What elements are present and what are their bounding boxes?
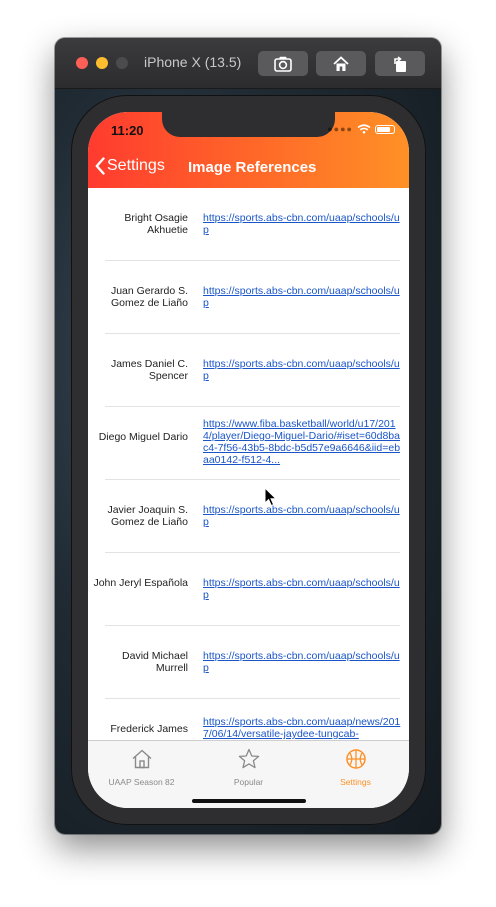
window-titlebar: iPhone X (13.5)	[55, 38, 441, 89]
tab-label: Popular	[233, 777, 264, 787]
tab-bar: UAAP Season 82 Popular Settings	[88, 740, 409, 808]
status-time: 11:20	[111, 123, 144, 138]
player-name: David Michael Murrell	[122, 650, 188, 674]
player-name: Javier Joaquin S. Gomez de Liaño	[107, 504, 188, 528]
player-name: James Daniel C. Spencer	[110, 358, 188, 382]
screenshot-icon	[274, 56, 292, 72]
reference-link[interactable]: https://sports.abs-cbn.com/uaap/news/201…	[203, 716, 403, 740]
tab-label: Settings	[340, 777, 371, 787]
reference-link[interactable]: https://sports.abs-cbn.com/uaap/schools/…	[203, 504, 403, 528]
home-indicator[interactable]	[192, 799, 306, 803]
row-divider	[105, 625, 400, 626]
navigation-header: 11:20 ●●●● Settings Image References	[88, 112, 409, 188]
reference-link[interactable]: https://sports.abs-cbn.com/uaap/schools/…	[203, 285, 403, 309]
row-divider	[105, 406, 400, 407]
back-button[interactable]: Settings	[95, 157, 165, 175]
simulator-window: iPhone X (13.5) 11:20 ●●●● Settings Imag…	[55, 38, 441, 834]
signal-icon: ●●●●	[327, 124, 353, 134]
home-icon	[132, 749, 151, 769]
phone-screen: 11:20 ●●●● Settings Image References Bri…	[88, 112, 409, 808]
status-icons: ●●●●	[327, 124, 395, 134]
player-name: Bright Osagie Akhuetie	[124, 212, 188, 236]
row-divider	[105, 479, 400, 480]
reference-link[interactable]: https://sports.abs-cbn.com/uaap/schools/…	[203, 212, 403, 236]
tab-uaap-season[interactable]: UAAP Season 82	[88, 747, 195, 787]
device-notch	[162, 112, 335, 137]
reference-link[interactable]: https://sports.abs-cbn.com/uaap/schools/…	[203, 358, 403, 382]
reference-link[interactable]: https://sports.abs-cbn.com/uaap/schools/…	[203, 650, 403, 674]
minimize-window-button[interactable]	[96, 57, 108, 69]
close-window-button[interactable]	[76, 57, 88, 69]
player-name: Juan Gerardo S. Gomez de Liaño	[110, 285, 188, 309]
row-divider	[105, 552, 400, 553]
player-name: John Jeryl Española	[93, 577, 188, 589]
tab-label: UAAP Season 82	[108, 777, 175, 787]
player-name: Frederick James	[110, 723, 188, 735]
tab-settings[interactable]: Settings	[302, 747, 409, 787]
chevron-left-icon	[95, 157, 105, 175]
tab-popular[interactable]: Popular	[195, 747, 302, 787]
window-title: iPhone X (13.5)	[144, 54, 242, 70]
back-label: Settings	[107, 157, 165, 174]
row-divider	[105, 260, 400, 261]
star-icon	[238, 748, 259, 769]
page-title: Image References	[188, 159, 317, 176]
row-divider	[105, 698, 400, 699]
player-name: Diego Miguel Dario	[98, 431, 188, 443]
wifi-icon	[357, 124, 371, 134]
mouse-cursor-icon	[264, 487, 278, 507]
zoom-window-button[interactable]	[116, 57, 128, 69]
screenshot-button[interactable]	[258, 51, 308, 76]
home-icon	[333, 55, 349, 71]
reference-link[interactable]: https://www.fiba.basketball/world/u17/20…	[203, 418, 403, 466]
references-list[interactable]: Bright Osagie Akhuetie https://sports.ab…	[88, 188, 409, 740]
battery-icon	[375, 124, 395, 134]
rotate-button[interactable]	[375, 51, 425, 76]
iphone-device: 11:20 ●●●● Settings Image References Bri…	[71, 95, 426, 825]
basketball-icon	[345, 749, 366, 769]
home-button[interactable]	[316, 51, 366, 76]
row-divider	[105, 333, 400, 334]
rotate-icon	[394, 55, 406, 72]
reference-link[interactable]: https://sports.abs-cbn.com/uaap/schools/…	[203, 577, 403, 601]
